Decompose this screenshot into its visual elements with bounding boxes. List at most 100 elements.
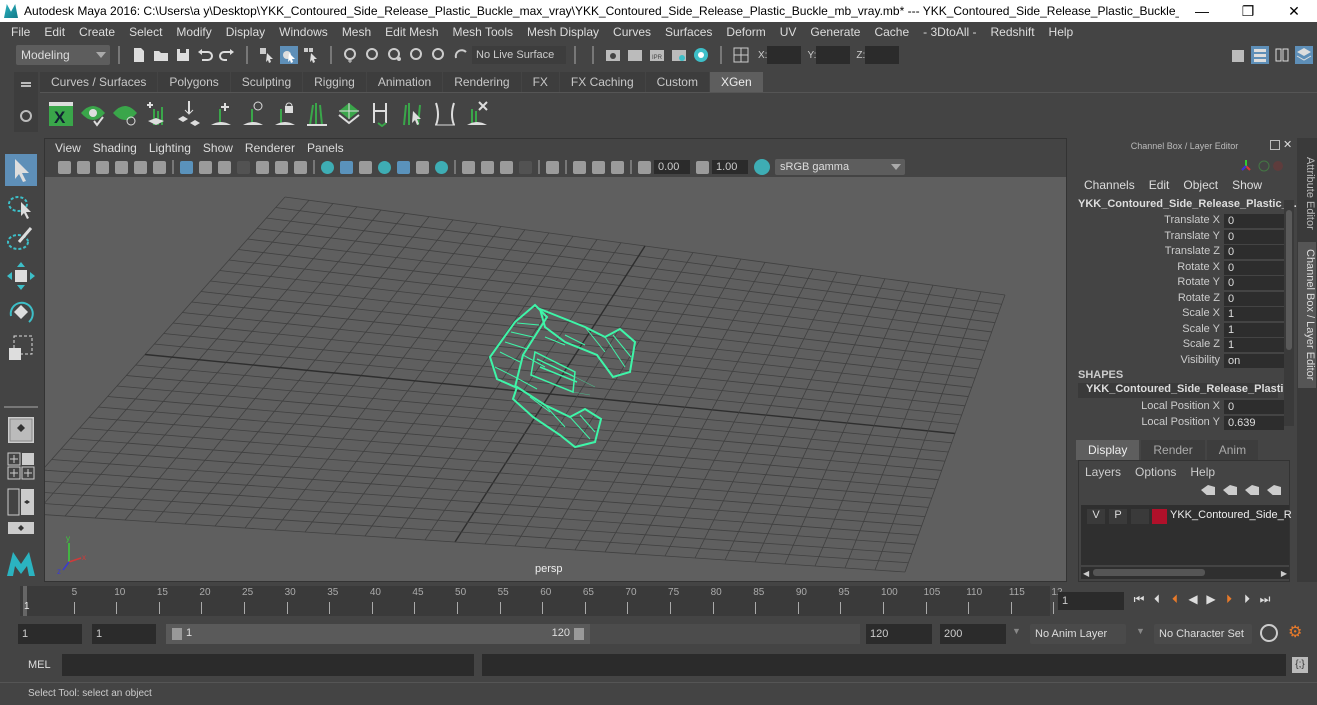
rotate-tool-icon[interactable] [5, 296, 37, 328]
maya-logo-icon[interactable] [5, 546, 37, 578]
smooth-shade-all-icon[interactable] [340, 160, 353, 174]
shadows-icon[interactable] [416, 160, 429, 174]
channel-row[interactable]: Visibility on [1076, 353, 1288, 369]
menu-set-dropdown[interactable]: Modeling [16, 45, 110, 65]
x-field[interactable] [767, 46, 802, 64]
menu-redshift[interactable]: Redshift [984, 25, 1042, 39]
shelf-tab-curves-surfaces[interactable]: Curves / Surfaces [40, 72, 158, 92]
cb-menu-object[interactable]: Object [1183, 178, 1218, 192]
layer-horizontal-scrollbar[interactable]: ◀ ▶ [1081, 567, 1289, 579]
gamma-field[interactable]: 1.00 [712, 160, 748, 174]
ipr-render-icon[interactable]: IPR [648, 46, 666, 64]
range-start-handle[interactable] [172, 628, 182, 640]
viewport-menu-renderer[interactable]: Renderer [239, 141, 301, 155]
selected-object-name[interactable]: YKK_Contoured_Side_Release_Plastic_... [1078, 198, 1297, 210]
tab-channel-box-layer-editor[interactable]: Channel Box / Layer Editor [1298, 242, 1316, 388]
channel-label[interactable]: Scale X [1182, 307, 1220, 319]
tab-attribute-editor[interactable]: Attribute Editor [1298, 148, 1316, 238]
animation-preferences-icon[interactable]: ⚙ [1288, 622, 1302, 642]
two-pane-layout-icon[interactable] [5, 486, 37, 518]
textured-icon[interactable] [378, 160, 391, 174]
layer-color-swatch[interactable] [1152, 509, 1167, 524]
channel-row[interactable]: Scale Z 1 [1076, 338, 1288, 353]
move-layer-down-icon[interactable] [1223, 485, 1237, 495]
menu-deform[interactable]: Deform [719, 25, 772, 39]
outliner-layout-icon[interactable] [5, 520, 37, 536]
channel-value-field[interactable]: 0 [1224, 214, 1284, 228]
minimize-button[interactable]: — [1179, 3, 1225, 19]
channel-value-field[interactable]: 0 [1224, 229, 1284, 244]
attribute-editor-toggle-icon[interactable] [1251, 46, 1269, 64]
layer-tab-render[interactable]: Render [1141, 440, 1205, 460]
image-plane-icon[interactable] [115, 160, 128, 174]
open-scene-icon[interactable] [152, 46, 170, 64]
step-back-frame-icon[interactable]: ⏴ [1150, 592, 1164, 606]
menu-uv[interactable]: UV [773, 25, 804, 39]
safe-title-icon[interactable] [294, 160, 307, 174]
four-view-layout-icon[interactable] [5, 450, 37, 482]
channel-label[interactable]: Local Position Y [1141, 416, 1220, 428]
layer-playback-toggle[interactable]: P [1109, 509, 1127, 524]
playback-start-field[interactable]: 1 [92, 624, 156, 644]
menu-3dtoall[interactable]: - 3DtoAll - [916, 25, 983, 39]
wireframe-icon[interactable] [321, 160, 334, 174]
scale-tool-icon[interactable] [5, 332, 37, 364]
xgen-preview-icon[interactable] [80, 99, 106, 127]
snap-to-view-plane-icon[interactable] [408, 46, 426, 64]
step-forward-frame-icon[interactable]: ⏵ [1240, 592, 1254, 606]
layer-display-type-toggle[interactable] [1131, 509, 1149, 524]
channel-label[interactable]: Visibility [1180, 354, 1220, 366]
channel-row[interactable]: Rotate X 0 [1076, 260, 1288, 276]
viewport-panel[interactable]: View Shading Lighting Show Renderer Pane… [44, 138, 1067, 582]
viewport-menu-view[interactable]: View [49, 141, 87, 155]
scrollbar-thumb[interactable] [1093, 569, 1205, 576]
add-description-icon[interactable] [144, 99, 170, 127]
menu-create[interactable]: Create [72, 25, 122, 39]
channel-value-field[interactable]: 0 [1224, 260, 1284, 275]
step-forward-key-icon[interactable]: ⏵ [1222, 592, 1236, 606]
menu-edit[interactable]: Edit [37, 25, 72, 39]
channel-label[interactable]: Rotate Z [1178, 292, 1220, 304]
layer-menu-layers[interactable]: Layers [1085, 465, 1121, 479]
xray-active-components-icon[interactable] [592, 160, 605, 174]
layer-menu-options[interactable]: Options [1135, 465, 1176, 479]
menu-mesh-tools[interactable]: Mesh Tools [446, 25, 520, 39]
channel-label[interactable]: Translate Z [1165, 245, 1220, 257]
menu-cache[interactable]: Cache [867, 25, 916, 39]
anim-layer-dropdown-arrow[interactable]: ▼ [1012, 626, 1021, 636]
float-panel-icon[interactable] [1270, 140, 1280, 150]
menu-select[interactable]: Select [122, 25, 169, 39]
layer-row[interactable]: V P YKK_Contoured_Side_Rel [1087, 509, 1292, 525]
use-all-lights-icon[interactable] [397, 160, 410, 174]
select-camera-icon[interactable] [58, 160, 71, 174]
channel-row[interactable]: Translate Z 0 [1076, 245, 1288, 260]
channel-value-field[interactable]: on [1224, 353, 1284, 368]
input-box-icon[interactable] [732, 46, 750, 64]
shelf-settings-gear-icon[interactable] [20, 110, 32, 122]
menu-modify[interactable]: Modify [169, 25, 218, 39]
hypershade-icon[interactable] [692, 46, 710, 64]
buckle-wireframe-model[interactable] [488, 303, 637, 449]
two-d-pan-zoom-icon[interactable] [134, 160, 147, 174]
multisample-aa-icon[interactable] [481, 160, 494, 174]
xgen-window-icon[interactable]: X [48, 99, 74, 127]
menu-curves[interactable]: Curves [606, 25, 658, 39]
animation-end-field[interactable]: 200 [940, 624, 1006, 644]
cb-menu-show[interactable]: Show [1232, 178, 1262, 192]
select-guides-icon[interactable] [400, 99, 426, 127]
channel-value-field[interactable]: 0 [1224, 276, 1284, 290]
menu-file[interactable]: File [4, 25, 37, 39]
channel-value-field[interactable]: 1 [1224, 338, 1284, 352]
maximize-button[interactable]: ❐ [1225, 3, 1271, 20]
xray-icon[interactable] [546, 160, 559, 174]
channel-row[interactable]: Scale Y 1 [1076, 322, 1288, 338]
play-backwards-icon[interactable]: ◀ [1186, 592, 1200, 606]
film-gate-icon[interactable] [199, 160, 212, 174]
menu-mesh[interactable]: Mesh [335, 25, 378, 39]
delete-guides-icon[interactable] [464, 99, 490, 127]
select-by-hierarchy-icon[interactable] [258, 46, 276, 64]
channel-value-field[interactable]: 1 [1224, 322, 1284, 337]
channel-value-field[interactable]: 0 [1224, 245, 1284, 259]
viewport-scene[interactable]: y x z [45, 177, 1067, 582]
snap-to-surface-icon[interactable] [452, 46, 470, 64]
